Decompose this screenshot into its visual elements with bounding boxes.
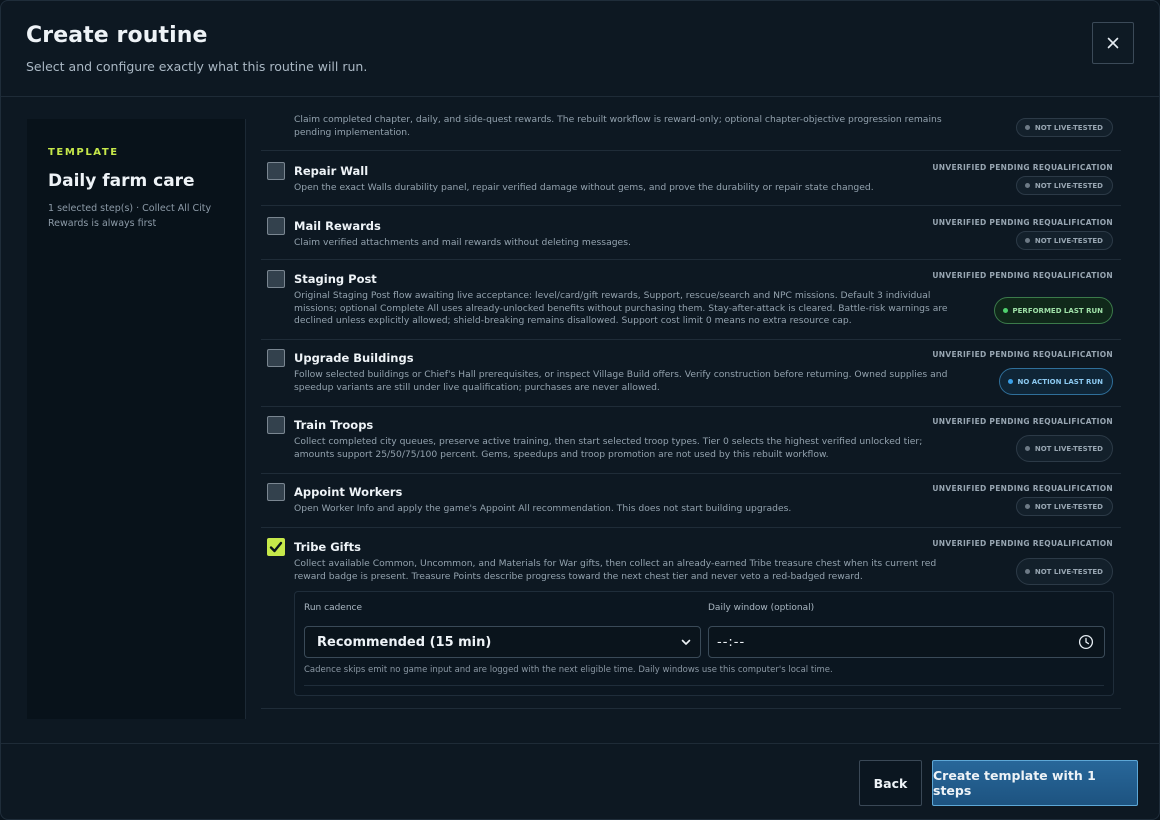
status-dot-icon (1024, 569, 1030, 574)
template-sidebar: TEMPLATE Daily farm care 1 selected step… (27, 119, 246, 719)
step-checkbox[interactable] (267, 270, 285, 288)
step-checkbox[interactable] (267, 416, 285, 434)
status-pill: NOT LIVE-TESTED (1015, 176, 1113, 195)
status-pill-label: NOT LIVE-TESTED (1034, 444, 1103, 453)
cadence-note: Cadence skips emit no game input and are… (304, 665, 833, 675)
template-eyebrow: TEMPLATE (48, 147, 119, 158)
dialog-title: Create routine (26, 23, 208, 48)
status-pill-label: NOT LIVE-TESTED (1034, 567, 1103, 576)
status-pill: NOT LIVE-TESTED (1015, 118, 1113, 137)
step-name: Tribe Gifts (294, 540, 361, 554)
cadence-settings: Run cadence Daily window (optional) Reco… (294, 591, 1114, 696)
step-checkbox-checked[interactable] (267, 538, 285, 556)
step-name: Train Troops (294, 418, 374, 432)
step-status: UNVERIFIED PENDING REQUALIFICATION (932, 163, 1113, 172)
status-dot-icon (1007, 379, 1013, 384)
status-dot-icon (1024, 446, 1030, 451)
step-description: Follow selected buildings or Chief's Hal… (294, 369, 948, 393)
step-description: Original Staging Post flow awaiting live… (294, 290, 948, 326)
status-pill-label: NO ACTION LAST RUN (1017, 377, 1104, 386)
step-status: UNVERIFIED PENDING REQUALIFICATION (932, 417, 1113, 426)
step-list: Claim completed chapter, daily, and side… (261, 98, 1121, 718)
step-checkbox[interactable] (267, 217, 285, 235)
status-pill-label: NOT LIVE-TESTED (1034, 502, 1103, 511)
dialog-subtitle: Select and configure exactly what this r… (26, 59, 368, 74)
step-description: Open Worker Info and apply the game's Ap… (294, 503, 792, 514)
close-icon (1107, 37, 1119, 49)
template-name: Daily farm care (48, 171, 195, 191)
status-pill-label: NOT LIVE-TESTED (1034, 123, 1103, 132)
step-status: UNVERIFIED PENDING REQUALIFICATION (932, 539, 1113, 548)
step-status: UNVERIFIED PENDING REQUALIFICATION (932, 271, 1113, 280)
step-name: Appoint Workers (294, 485, 403, 499)
daily-window-time-input[interactable]: --:-- (708, 626, 1105, 658)
step-row-appoint-workers[interactable]: Appoint Workers Open Worker Info and app… (261, 474, 1121, 528)
step-checkbox[interactable] (267, 162, 285, 180)
step-description: Collect available Common, Uncommon, and … (294, 558, 937, 582)
step-row-upgrade-buildings[interactable]: Upgrade Buildings Follow selected buildi… (261, 340, 1121, 407)
dialog-header: Create routine Select and configure exac… (1, 1, 1159, 97)
step-status: UNVERIFIED PENDING REQUALIFICATION (932, 484, 1113, 493)
create-routine-dialog: Create routine Select and configure exac… (0, 0, 1160, 820)
step-checkbox[interactable] (267, 483, 285, 501)
status-pill: NOT LIVE-TESTED (1015, 558, 1113, 585)
daily-window-value: --:-- (717, 634, 746, 650)
clock-icon[interactable] (1078, 634, 1094, 650)
status-pill-performed: PERFORMED LAST RUN (993, 297, 1113, 324)
dialog-footer: Back Create template with 1 steps (1, 743, 1159, 819)
status-pill-label: NOT LIVE-TESTED (1034, 236, 1103, 245)
step-name: Staging Post (294, 272, 377, 286)
step-name: Mail Rewards (294, 219, 381, 233)
step-description: Collect completed city queues, preserve … (294, 436, 923, 460)
run-cadence-select[interactable]: Recommended (15 min) (304, 626, 701, 658)
step-description: Open the exact Walls durability panel, r… (294, 182, 874, 193)
close-button[interactable] (1092, 22, 1134, 64)
template-meta: 1 selected step(s) · Collect All City Re… (48, 203, 212, 229)
create-template-button[interactable]: Create template with 1 steps (932, 760, 1138, 806)
status-pill-label: PERFORMED LAST RUN (1012, 306, 1103, 315)
status-dot-icon (1024, 183, 1030, 188)
status-pill-label: NOT LIVE-TESTED (1034, 181, 1103, 190)
step-row-quest-rewards: Claim completed chapter, daily, and side… (261, 98, 1121, 151)
status-dot-icon (1024, 238, 1030, 243)
step-name: Upgrade Buildings (294, 351, 414, 365)
back-button[interactable]: Back (859, 760, 922, 806)
status-pill: NOT LIVE-TESTED (1015, 497, 1113, 516)
step-status: UNVERIFIED PENDING REQUALIFICATION (932, 218, 1113, 227)
daily-window-label: Daily window (optional) (708, 603, 815, 613)
step-description: Claim verified attachments and mail rewa… (294, 237, 631, 248)
step-description: Claim completed chapter, daily, and side… (294, 114, 942, 138)
status-dot-icon (1024, 504, 1030, 509)
step-status: UNVERIFIED PENDING REQUALIFICATION (932, 350, 1113, 359)
status-pill-no-action: NO ACTION LAST RUN (998, 368, 1113, 395)
step-row-mail-rewards[interactable]: Mail Rewards Claim verified attachments … (261, 206, 1121, 260)
status-dot-icon (1024, 125, 1030, 130)
step-row-train-troops[interactable]: Train Troops Collect completed city queu… (261, 407, 1121, 474)
step-row-repair-wall[interactable]: Repair Wall Open the exact Walls durabil… (261, 151, 1121, 206)
status-pill: NOT LIVE-TESTED (1015, 231, 1113, 250)
step-checkbox[interactable] (267, 349, 285, 367)
checkmark-icon (269, 541, 283, 553)
run-cadence-label: Run cadence (304, 603, 363, 613)
step-name: Repair Wall (294, 164, 369, 178)
step-row-staging-post[interactable]: Staging Post Original Staging Post flow … (261, 260, 1121, 340)
status-dot-icon (1002, 308, 1008, 313)
divider (304, 685, 1104, 686)
status-pill: NOT LIVE-TESTED (1015, 435, 1113, 462)
chevron-down-icon (681, 639, 691, 645)
run-cadence-value: Recommended (15 min) (317, 634, 492, 650)
